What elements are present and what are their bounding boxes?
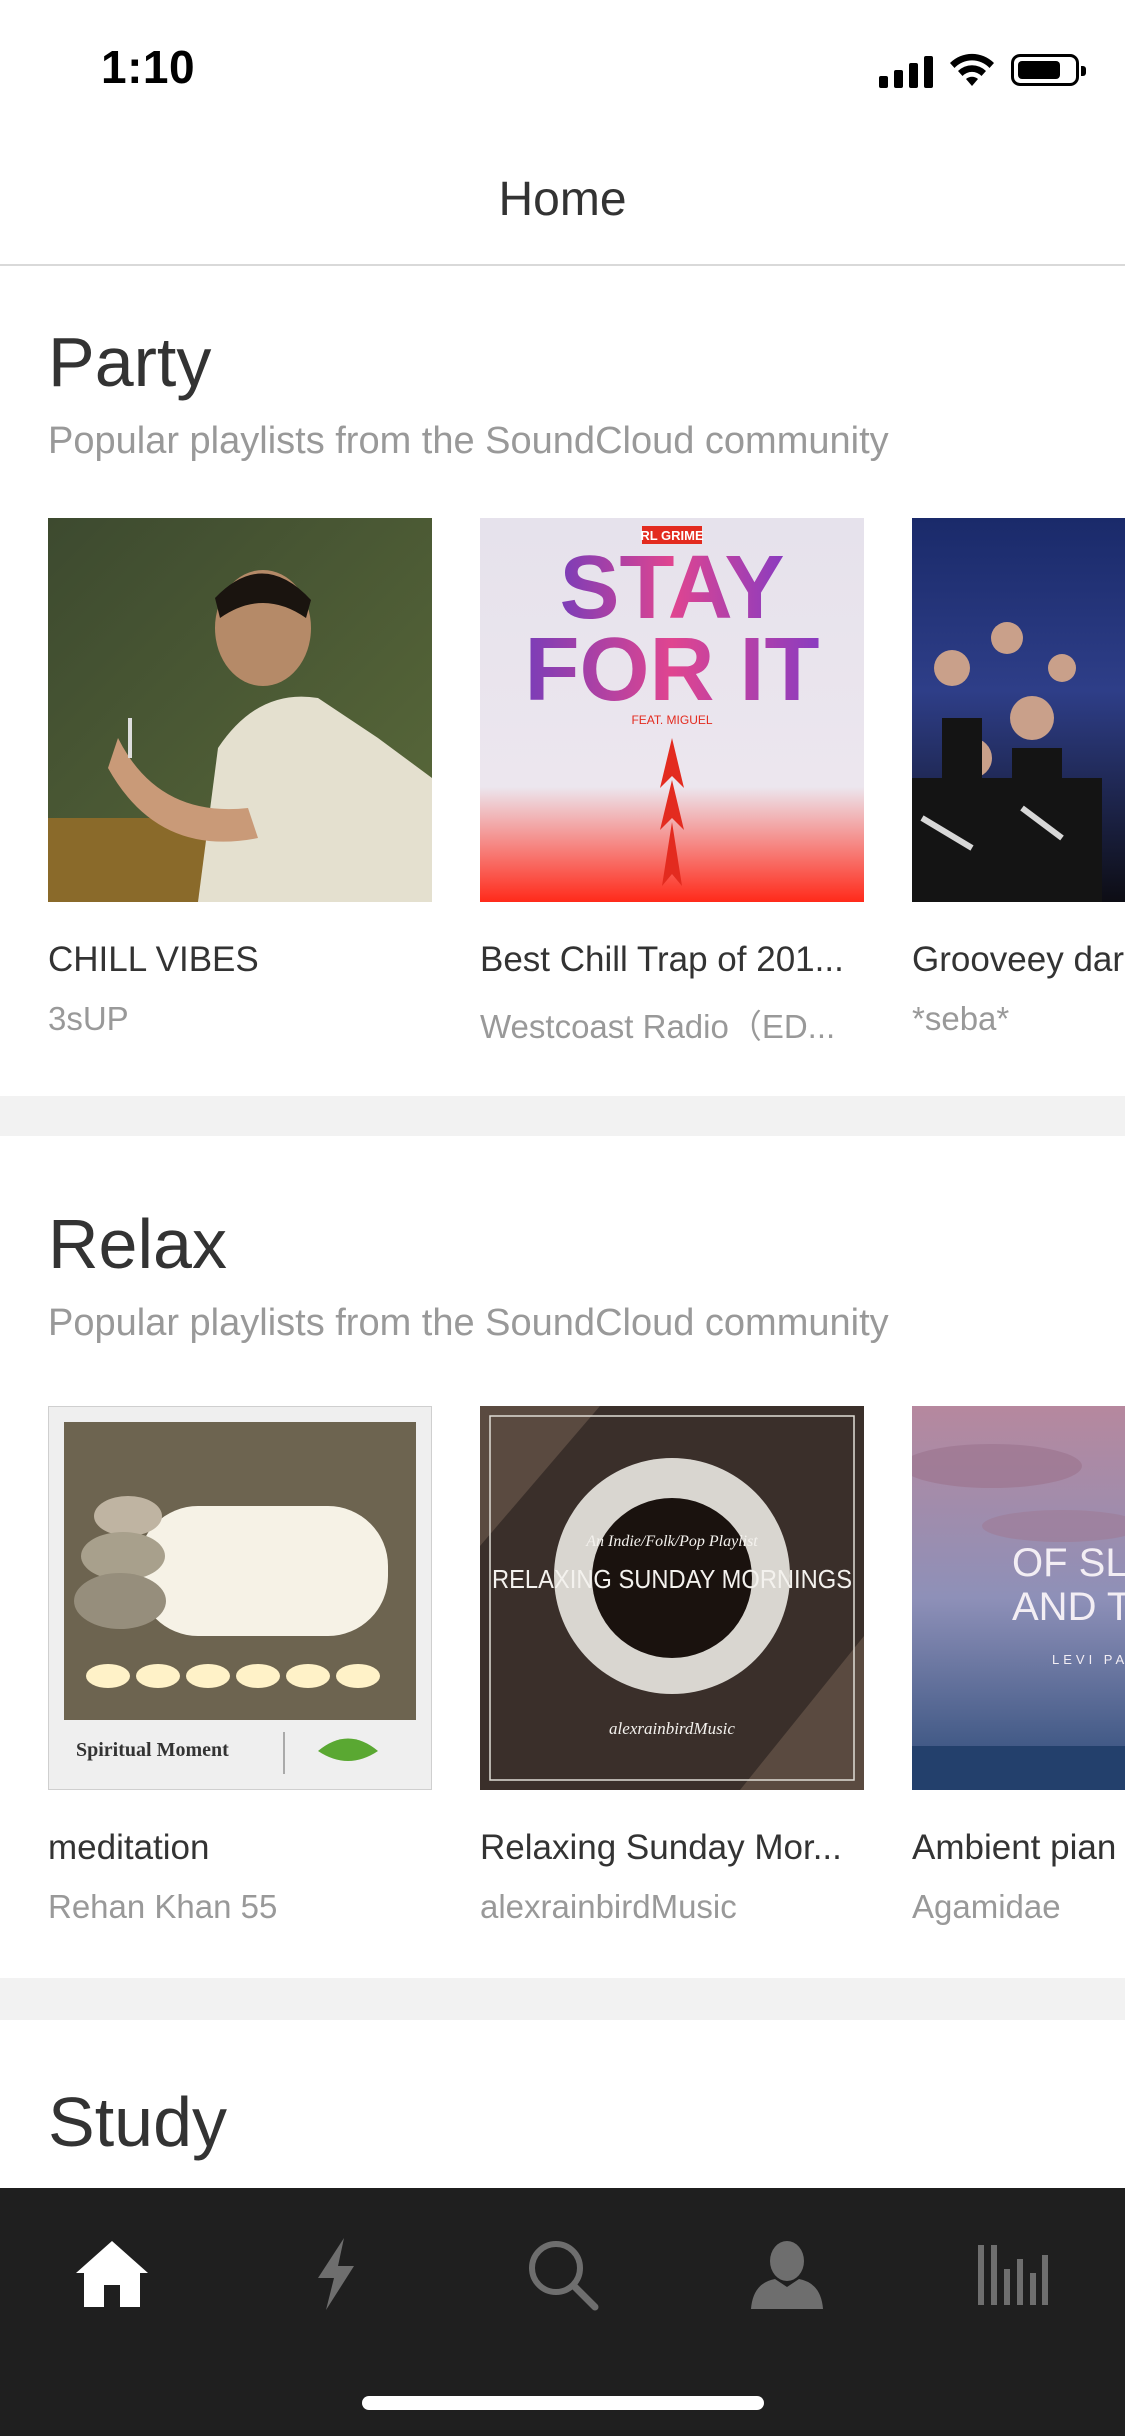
playlist-title: Grooveey dar xyxy=(912,940,1125,979)
section-relax: Relax Popular playlists from the SoundCl… xyxy=(0,1136,1125,1978)
section-subtitle: Popular playlists from the SoundCloud co… xyxy=(48,420,889,462)
cellular-signal-icon xyxy=(879,54,933,88)
art-title: RELAXING SUNDAY MORNINGS xyxy=(492,1564,852,1594)
art-tagline: An Indie/Folk/Pop Playlist xyxy=(585,1533,758,1550)
art-signature: alexrainbirdMusic xyxy=(609,1719,735,1738)
tab-library[interactable] xyxy=(962,2224,1062,2324)
section-title: Relax xyxy=(48,1205,227,1283)
playlist-user[interactable]: Rehan Khan 55 xyxy=(48,1888,432,1926)
section-title: Study xyxy=(48,2083,227,2161)
section-party: Party Popular playlists from the SoundCl… xyxy=(0,266,1125,1096)
playlist-card[interactable]: Spiritual Moment meditation Rehan Khan 5… xyxy=(48,1406,432,1926)
art-line2: FOR IT xyxy=(525,620,820,720)
profile-icon xyxy=(751,2241,823,2309)
art-line1: OF SL xyxy=(1012,1541,1125,1585)
playlist-card[interactable]: RL GRIME STAY FOR IT FEAT. MIGUEL Best C… xyxy=(480,518,864,1048)
playlist-title: Best Chill Trap of 201... xyxy=(480,940,844,979)
playlist-artwork[interactable] xyxy=(48,518,432,902)
playlist-title: Relaxing Sunday Mor... xyxy=(480,1828,842,1867)
status-bar: 1:10 xyxy=(0,0,1125,132)
home-icon xyxy=(76,2241,148,2307)
home-feed[interactable]: Party Popular playlists from the SoundCl… xyxy=(0,266,1125,2188)
playlist-artwork[interactable]: OF SL AND T LEVI PAT xyxy=(912,1406,1125,1790)
playlist-user[interactable]: 3sUP xyxy=(48,1000,432,1038)
battery-icon xyxy=(1011,54,1086,86)
playlist-user[interactable]: *seba* xyxy=(912,1000,1125,1038)
playlist-card[interactable]: Grooveey dar *seba* xyxy=(912,518,1125,1048)
playlist-card[interactable]: OF SL AND T LEVI PAT Ambient pian Agamid… xyxy=(912,1406,1125,1926)
playlist-title: meditation xyxy=(48,1828,210,1867)
art-artist: LEVI PAT xyxy=(1052,1652,1125,1667)
art-line2: AND T xyxy=(1012,1585,1125,1629)
status-time: 1:10 xyxy=(101,41,196,93)
wifi-icon xyxy=(950,53,994,86)
playlist-user[interactable]: alexrainbirdMusic xyxy=(480,1888,864,1926)
art-title: Spiritual Moment xyxy=(76,1739,229,1761)
playlist-carousel[interactable]: CHILL VIBES 3sUP RL GRIME STAY FOR IT FE… xyxy=(48,518,1125,1048)
playlist-artwork[interactable]: Spiritual Moment xyxy=(48,1406,432,1790)
library-icon xyxy=(978,2245,1048,2305)
playlist-title: CHILL VIBES xyxy=(48,940,259,979)
section-subtitle: Popular playlists from the SoundCloud co… xyxy=(48,1302,889,1344)
tab-search[interactable] xyxy=(512,2224,612,2324)
section-title: Party xyxy=(48,323,212,401)
playlist-card[interactable]: CHILL VIBES 3sUP xyxy=(48,518,432,1048)
nav-bar: Home xyxy=(0,132,1125,266)
tab-profile[interactable] xyxy=(737,2224,837,2324)
status-icons xyxy=(879,48,1086,88)
search-icon xyxy=(529,2241,599,2311)
playlist-artwork[interactable] xyxy=(912,518,1125,902)
playlist-artwork[interactable]: An Indie/Folk/Pop Playlist RELAXING SUND… xyxy=(480,1406,864,1790)
tab-stream[interactable] xyxy=(286,2224,386,2324)
art-feat: FEAT. MIGUEL xyxy=(631,713,712,727)
playlist-card[interactable]: An Indie/Folk/Pop Playlist RELAXING SUND… xyxy=(480,1406,864,1926)
home-indicator[interactable] xyxy=(362,2396,764,2410)
section-study: Study xyxy=(0,2020,1125,2188)
playlist-carousel[interactable]: Spiritual Moment meditation Rehan Khan 5… xyxy=(48,1406,1125,1926)
playlist-user[interactable]: Agamidae xyxy=(912,1888,1125,1926)
playlist-user[interactable]: Westcoast Radio（ED... xyxy=(480,1000,864,1048)
lightning-icon xyxy=(318,2238,354,2310)
playlist-title: Ambient pian xyxy=(912,1828,1117,1867)
tab-home[interactable] xyxy=(62,2224,162,2324)
page-title: Home xyxy=(498,173,627,226)
playlist-artwork[interactable]: RL GRIME STAY FOR IT FEAT. MIGUEL xyxy=(480,518,864,902)
